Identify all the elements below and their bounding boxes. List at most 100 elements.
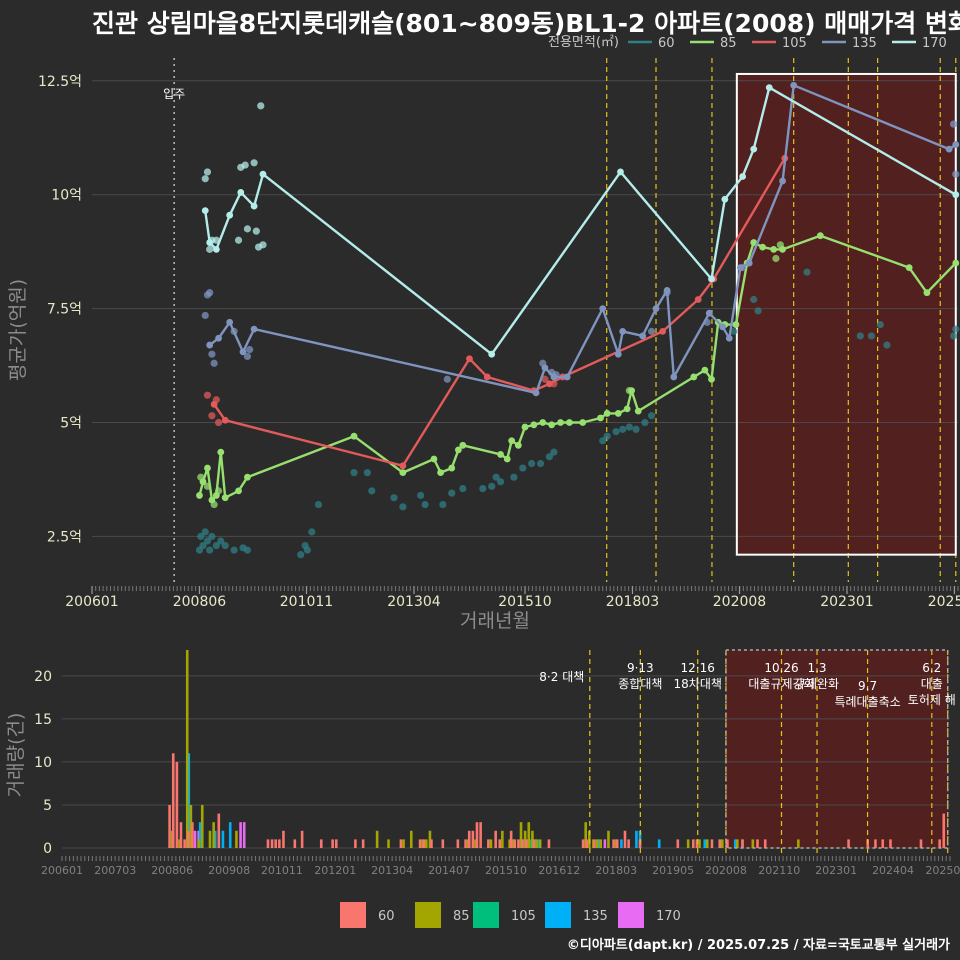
data-point-170 [203, 168, 212, 176]
data-point-60 [206, 546, 214, 554]
line-point-85 [614, 410, 622, 417]
bar-x-tick-label: 201905 [652, 864, 694, 877]
line-point-135 [725, 334, 733, 342]
volume-bar-85 [501, 830, 504, 848]
data-point-60 [536, 459, 545, 468]
line-point-85 [539, 419, 547, 426]
line-point-85 [923, 289, 931, 297]
data-point-60 [221, 541, 229, 550]
volume-bar-60 [494, 830, 497, 848]
volume-bar-60 [521, 839, 524, 848]
data-point-60 [243, 546, 252, 554]
volume-bar-60 [422, 839, 426, 848]
volume-bar-60 [847, 839, 850, 848]
line-point-105 [399, 462, 407, 470]
volume-bar-170 [193, 830, 197, 848]
data-point-135 [208, 350, 216, 358]
line-point-135 [206, 341, 214, 349]
line-point-85 [770, 245, 778, 253]
line-point-85 [430, 455, 438, 463]
line-point-85 [816, 232, 824, 240]
volume-bar-85 [607, 830, 610, 848]
volume-bar-85 [686, 839, 690, 848]
volume-bar-85 [409, 830, 413, 848]
data-point-170 [201, 175, 209, 183]
volume-bar-60 [581, 839, 585, 848]
bar-x-tick-label: 201510 [485, 864, 527, 877]
data-point-60 [448, 489, 456, 497]
line-point-135 [736, 264, 744, 271]
line-point-135 [619, 327, 627, 335]
line-point-85 [497, 451, 504, 458]
volume-bar-85 [527, 822, 531, 848]
bar-y-tick-label: 0 [43, 841, 52, 857]
bar-x-tick-label: 202301 [815, 864, 857, 877]
volume-bar-60 [547, 839, 551, 848]
line-point-135 [639, 332, 647, 340]
bar-x-tick-label: 202506 [925, 864, 960, 877]
volume-bar-85 [736, 839, 739, 848]
x-tick-label: 200601 [65, 594, 118, 610]
volume-bar-60 [471, 830, 475, 848]
data-point-170 [234, 236, 243, 244]
volume-bar-60 [354, 839, 357, 848]
x-tick-label: 201304 [387, 594, 441, 610]
bar-y-tick-label: 10 [34, 755, 52, 771]
volume-bar-60 [487, 839, 490, 848]
chart-title: 진관 상림마을8단지롯데캐슬(801~809동)BL1-2 아파트(2008) … [92, 9, 960, 38]
volume-bar-60 [756, 839, 759, 848]
data-point-135 [952, 170, 960, 178]
volume-bar-135 [221, 830, 225, 848]
bar-x-tick-label: 201612 [538, 864, 580, 877]
x-tick-label: 201510 [498, 594, 551, 610]
data-point-60 [496, 478, 505, 486]
line-point-85 [399, 469, 407, 477]
volume-bar-85 [595, 839, 599, 848]
line-point-135 [663, 286, 671, 294]
line-point-85 [514, 441, 522, 449]
volume-bar-60 [741, 839, 744, 848]
policy-annotation: 8·2 대책 [539, 669, 584, 684]
data-point-60 [641, 418, 649, 427]
line-point-85 [701, 366, 709, 374]
volume-bar-85 [402, 839, 405, 848]
line-point-135 [719, 323, 727, 331]
line-point-135 [563, 373, 571, 381]
line-point-170 [250, 202, 258, 210]
volume-bar-60 [627, 839, 630, 848]
line-point-85 [350, 432, 358, 440]
line-point-135 [250, 325, 258, 333]
data-point-135 [246, 346, 254, 354]
volume-bar-60 [676, 839, 680, 848]
data-point-135 [443, 375, 451, 383]
volume-bar-60 [612, 839, 615, 848]
volume-bar-60 [475, 822, 479, 848]
policy-annotation: 9·13 [627, 661, 654, 675]
line-point-170 [739, 173, 747, 180]
line-point-135 [952, 141, 960, 148]
line-point-85 [508, 437, 516, 445]
x-tick-label: 200806 [173, 594, 227, 610]
bar-x-tick-label: 202404 [872, 864, 914, 877]
y-tick-label: 2.5억 [47, 529, 82, 545]
x-tick-label: 202506 [928, 594, 960, 610]
policy-annotation: 12·16 [681, 661, 715, 675]
line-point-170 [708, 275, 715, 283]
line-point-135 [779, 177, 786, 185]
volume-bar-135 [620, 839, 623, 848]
data-point-60 [612, 428, 620, 436]
data-point-60 [603, 432, 611, 440]
data-point-60 [647, 412, 656, 420]
volume-bar-60 [300, 830, 304, 848]
policy-annotation: 토허제 해 [908, 693, 956, 707]
line-point-135 [550, 373, 558, 381]
data-point-170 [241, 161, 249, 169]
line-point-85 [217, 448, 225, 456]
data-point-135 [206, 289, 214, 297]
line-point-170 [750, 145, 758, 153]
volume-bar-60 [691, 839, 695, 848]
data-point-60 [201, 528, 209, 536]
volume-bar-85 [797, 839, 800, 848]
volume-bar-60 [183, 839, 186, 848]
data-point-105 [203, 391, 212, 399]
